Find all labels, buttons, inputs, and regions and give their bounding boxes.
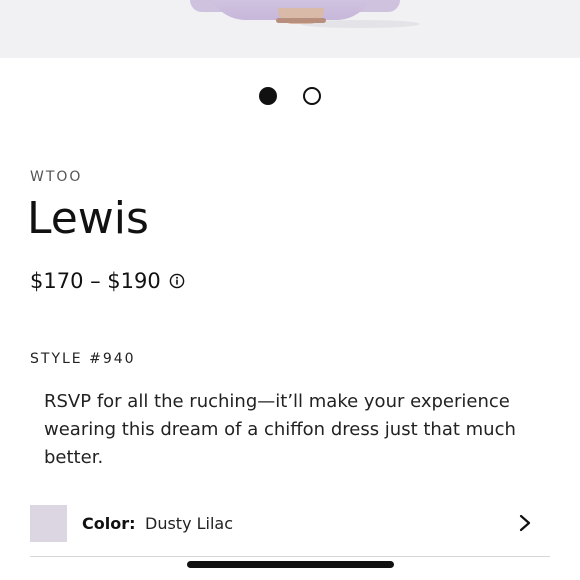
product-title: Lewis — [27, 193, 149, 244]
color-label: Color: — [82, 514, 136, 533]
style-number: STYLE #940 — [30, 351, 136, 367]
brand-name[interactable]: WTOO — [30, 169, 82, 185]
color-value: Dusty Lilac — [145, 514, 234, 533]
info-icon[interactable] — [169, 273, 185, 289]
color-selector[interactable]: Color: Dusty Lilac — [30, 505, 550, 543]
product-image[interactable] — [0, 0, 580, 58]
image-pagination — [0, 87, 580, 107]
home-indicator[interactable] — [187, 561, 394, 568]
price-range: $170 – $190 — [30, 269, 161, 293]
product-detail-page: WTOO Lewis $170 – $190 STYLE #940 RSVP f… — [0, 0, 580, 580]
product-description: RSVP for all the ruching—it’ll make your… — [44, 391, 516, 468]
price-row: $170 – $190 — [30, 268, 185, 294]
image-sandal — [276, 18, 326, 23]
pagination-dot-inactive[interactable] — [303, 87, 321, 105]
chevron-right-icon[interactable] — [518, 513, 532, 533]
color-swatch — [30, 505, 67, 542]
divider — [30, 556, 550, 557]
pagination-dot-active[interactable] — [259, 87, 277, 105]
